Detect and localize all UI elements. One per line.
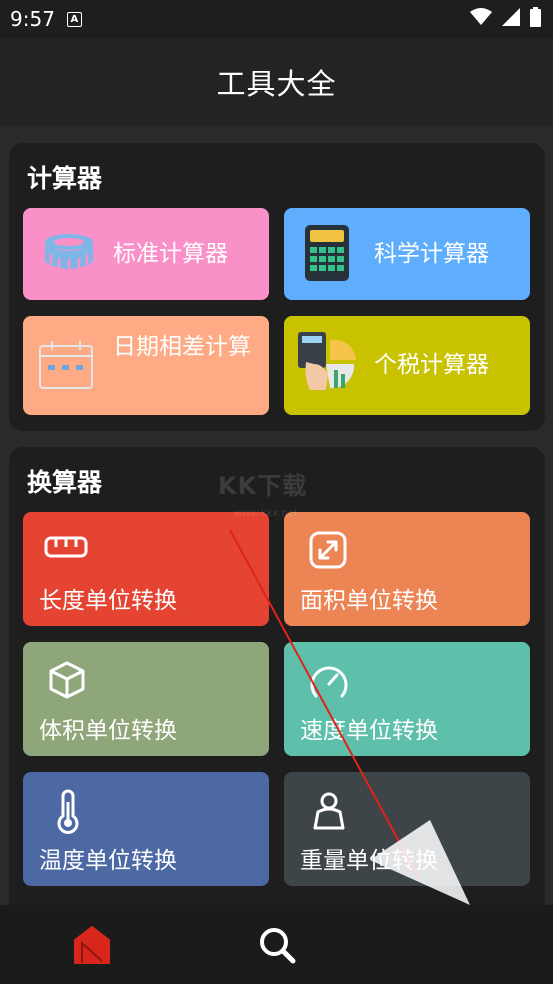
converters-section: 换算器 长度单位转换 面积单位转换 体积单位转换 速度单位转换 温度单位转换 重… bbox=[9, 447, 545, 917]
coin-stack-icon bbox=[41, 232, 97, 280]
calculators-section: 计算器 标准计算器 科学计算器 日期相差计算 个税计算器 bbox=[9, 143, 545, 431]
page-title: 工具大全 bbox=[216, 67, 337, 101]
nav-home[interactable] bbox=[70, 923, 114, 967]
calculator-icon bbox=[304, 224, 350, 286]
status-time: 9:57 bbox=[10, 7, 55, 31]
tile-label: 科学计算器 bbox=[374, 241, 489, 267]
notification-icon: A bbox=[66, 11, 82, 27]
home-icon bbox=[74, 926, 110, 964]
tile-label: 长度单位转换 bbox=[39, 588, 177, 614]
speed-converter-button[interactable]: 速度单位转换 bbox=[284, 642, 530, 756]
standard-calculator-button[interactable]: 标准计算器 bbox=[23, 208, 269, 300]
tile-label: 速度单位转换 bbox=[300, 718, 438, 744]
status-icons bbox=[470, 7, 541, 27]
weight-icon bbox=[310, 790, 348, 836]
ruler-icon bbox=[43, 530, 89, 568]
expand-icon bbox=[308, 530, 348, 574]
tile-label: 个税计算器 bbox=[374, 352, 489, 378]
scientific-calculator-button[interactable]: 科学计算器 bbox=[284, 208, 530, 300]
wifi-icon bbox=[470, 8, 492, 25]
section-title: 计算器 bbox=[27, 164, 103, 193]
search-icon bbox=[260, 928, 296, 964]
battery-icon bbox=[530, 7, 541, 27]
area-converter-button[interactable]: 面积单位转换 bbox=[284, 512, 530, 626]
tile-label: 重量单位转换 bbox=[300, 848, 438, 874]
income-tax-button[interactable]: 个税计算器 bbox=[284, 316, 530, 415]
date-difference-button[interactable]: 日期相差计算 bbox=[23, 316, 269, 415]
signal-icon bbox=[502, 8, 520, 26]
tile-label: 体积单位转换 bbox=[39, 718, 177, 744]
calendar-icon bbox=[39, 340, 93, 394]
tile-label: 面积单位转换 bbox=[300, 588, 438, 614]
tile-label: 日期相差计算 bbox=[113, 334, 251, 360]
weight-converter-button[interactable]: 重量单位转换 bbox=[284, 772, 530, 886]
tax-chart-icon bbox=[296, 330, 358, 396]
thermometer-icon bbox=[53, 788, 83, 838]
length-converter-button[interactable]: 长度单位转换 bbox=[23, 512, 269, 626]
cube-icon bbox=[47, 660, 87, 704]
section-title: 换算器 bbox=[27, 468, 103, 497]
bottom-navigation bbox=[0, 905, 553, 984]
status-bar: 9:57 A bbox=[0, 0, 553, 38]
nav-search[interactable] bbox=[255, 923, 299, 967]
app-header: 工具大全 bbox=[0, 38, 553, 126]
tile-label: 温度单位转换 bbox=[39, 848, 177, 874]
volume-converter-button[interactable]: 体积单位转换 bbox=[23, 642, 269, 756]
speedometer-icon bbox=[308, 662, 350, 706]
temperature-converter-button[interactable]: 温度单位转换 bbox=[23, 772, 269, 886]
tile-label: 标准计算器 bbox=[113, 241, 228, 267]
